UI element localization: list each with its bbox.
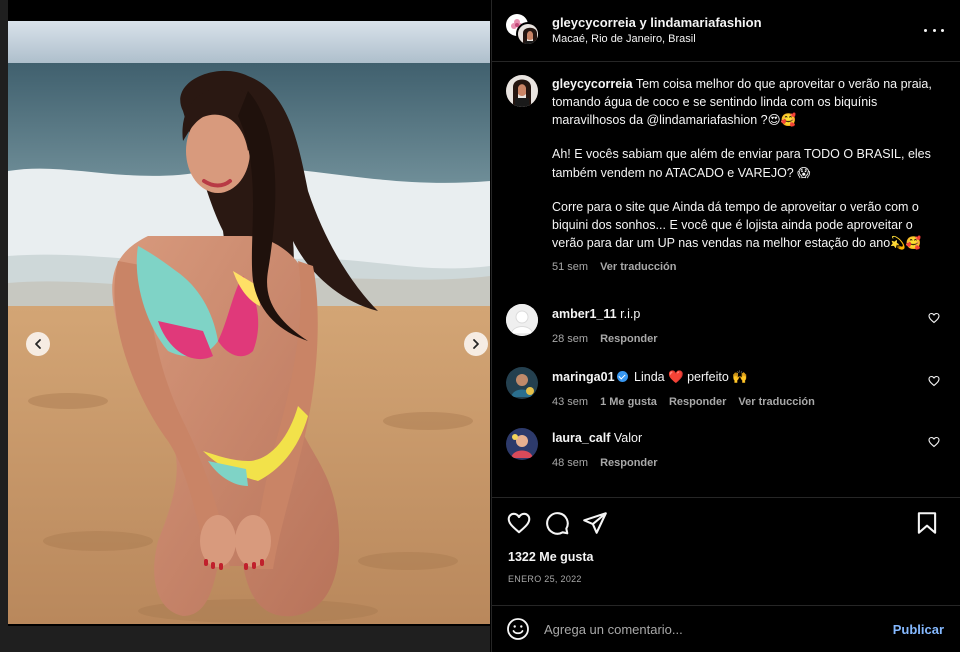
caption-username[interactable]: gleycycorreia: [552, 77, 633, 91]
comment-input[interactable]: [544, 621, 893, 637]
more-options-button[interactable]: [924, 22, 944, 38]
caption-text-3: Corre para o site que Ainda dá tempo de …: [552, 199, 922, 250]
avatar[interactable]: [506, 367, 538, 399]
comment-time[interactable]: 28 sem: [552, 332, 588, 347]
like-heart-icon[interactable]: [506, 510, 532, 536]
reply-button[interactable]: Responder: [600, 332, 657, 347]
comment-icon[interactable]: [544, 510, 570, 536]
post-actions: 1322 Me gusta ENERO 25, 2022: [492, 497, 960, 607]
page-backdrop-bottom: [0, 626, 490, 652]
post-media[interactable]: [8, 21, 490, 624]
profile-photo: [506, 367, 538, 399]
previous-photo-button[interactable]: [26, 332, 50, 356]
comment-item: laura_calf Valor 48 sem Responder: [506, 428, 946, 471]
comment-text: r.i.p: [620, 307, 641, 321]
post-side-panel: gleycycorreia y lindamariafashion Macaé,…: [491, 0, 960, 652]
verified-badge-icon: [616, 371, 628, 382]
comment-item: maringa01 Linda ❤️ perfeito 🙌 43 sem 1 M…: [506, 367, 946, 410]
collab-avatars[interactable]: [506, 13, 540, 48]
comment-time[interactable]: 43 sem: [552, 395, 588, 410]
default-avatar-icon: [506, 304, 538, 336]
comment-text: Valor: [613, 431, 643, 445]
comment-username[interactable]: laura_calf: [552, 431, 610, 445]
comment-item: amber1_11 r.i.p 28 sem Responder: [506, 304, 946, 347]
comment-username[interactable]: amber1_11: [552, 307, 617, 321]
avatar[interactable]: [506, 428, 538, 460]
avatar-gleycycorreia[interactable]: [516, 21, 540, 46]
next-photo-button[interactable]: [464, 332, 488, 356]
avatar[interactable]: [506, 75, 538, 107]
caption-text-2: Ah! E vocês sabiam que além de enviar pa…: [552, 147, 931, 180]
post-authors[interactable]: gleycycorreia y lindamariafashion: [552, 15, 762, 31]
reply-button[interactable]: Responder: [600, 456, 657, 471]
profile-photo: [506, 428, 538, 460]
chevron-left-icon: [35, 339, 41, 349]
page-backdrop: [0, 0, 8, 652]
heart-icon[interactable]: [928, 375, 940, 387]
comments-list[interactable]: gleycycorreia Tem coisa melhor do que ap…: [492, 63, 960, 497]
likes-count[interactable]: 1322 Me gusta: [508, 550, 593, 564]
heart-icon[interactable]: [928, 436, 940, 448]
profile-photo: [506, 75, 538, 107]
caption-time[interactable]: 51 sem: [552, 260, 588, 276]
translate-link[interactable]: Ver traducción: [738, 395, 814, 410]
post-photo: [8, 21, 490, 624]
post-caption: gleycycorreia Tem coisa melhor do que ap…: [506, 75, 946, 276]
avatar[interactable]: [506, 304, 538, 336]
comment-username[interactable]: maringa01: [552, 370, 615, 384]
comment-likes[interactable]: 1 Me gusta: [600, 395, 657, 410]
emoji-icon[interactable]: [506, 617, 530, 641]
post-header: gleycycorreia y lindamariafashion Macaé,…: [492, 0, 960, 62]
translate-link[interactable]: Ver traducción: [600, 260, 676, 276]
bookmark-icon[interactable]: [914, 510, 940, 536]
post-location[interactable]: Macaé, Rio de Janeiro, Brasil: [552, 33, 762, 47]
heart-icon[interactable]: [928, 312, 940, 324]
comment-composer: Publicar: [492, 605, 960, 652]
post-date[interactable]: ENERO 25, 2022: [508, 574, 582, 584]
more-icon: [924, 28, 927, 32]
publish-button[interactable]: Publicar: [893, 622, 944, 637]
chevron-right-icon: [473, 339, 479, 349]
comment-text: Linda ❤️ perfeito 🙌: [634, 370, 748, 384]
reply-button[interactable]: Responder: [669, 395, 726, 410]
profile-photo: [518, 23, 538, 44]
comment-time[interactable]: 48 sem: [552, 456, 588, 471]
share-icon[interactable]: [582, 510, 608, 536]
